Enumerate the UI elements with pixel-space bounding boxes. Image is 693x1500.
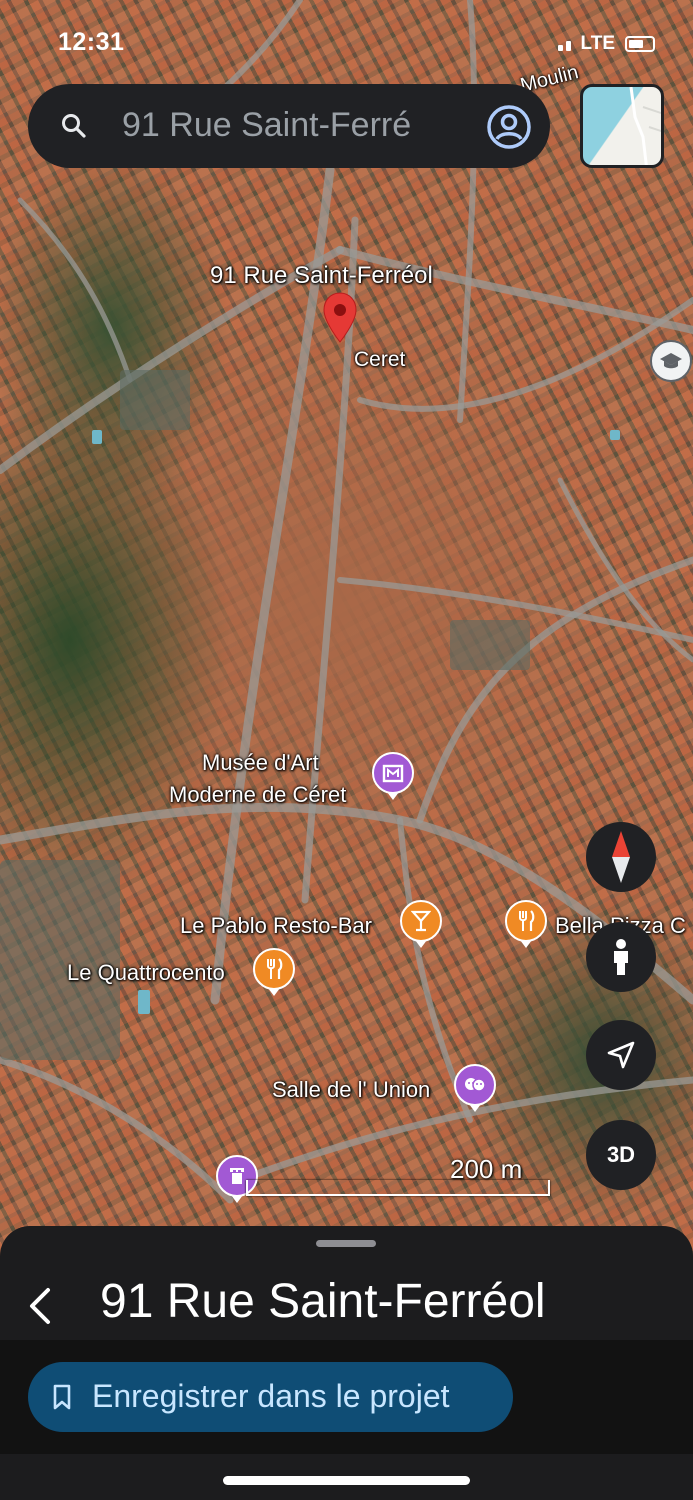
town-label: Ceret (354, 348, 406, 371)
navigation-arrow-icon (607, 1041, 635, 1069)
map-layers-icon (629, 87, 661, 165)
home-indicator[interactable] (223, 1476, 470, 1485)
place-title: 91 Rue Saint-Ferréol (100, 1275, 546, 1328)
bar-label: Le Pablo Resto-Bar (180, 913, 372, 938)
scale-bar (246, 1180, 550, 1196)
school-poi-icon[interactable] (650, 340, 692, 382)
place-bottom-sheet[interactable]: 91 Rue Saint-Ferréol Enregistrer dans le… (0, 1226, 693, 1500)
my-location-button[interactable] (586, 1020, 656, 1090)
account-icon[interactable] (486, 104, 532, 150)
restaurant-label: Le Quattrocento (67, 960, 225, 985)
signal-icon (557, 37, 571, 51)
bar-poi-icon[interactable] (400, 900, 442, 942)
museum-label-line1: Musée d'Art (202, 750, 319, 775)
pegman-icon (614, 939, 628, 975)
battery-icon (625, 36, 655, 52)
restaurant-poi-icon[interactable] (253, 948, 295, 990)
museum-poi-icon[interactable] (372, 752, 414, 794)
back-chevron-icon[interactable] (24, 1284, 58, 1328)
compass-icon (612, 831, 630, 883)
pinned-address-label: 91 Rue Saint-Ferréol (210, 262, 433, 289)
venue-label: Salle de l' Union (272, 1077, 431, 1102)
status-time: 12:31 (58, 28, 125, 56)
search-bar[interactable]: 91 Rue Saint-Ferré (28, 84, 550, 168)
location-pin-icon[interactable] (322, 292, 358, 344)
museum-label-line2: Moderne de Céret (169, 782, 347, 807)
map-layers-button[interactable] (580, 84, 664, 168)
search-input[interactable]: 91 Rue Saint-Ferré (122, 106, 467, 145)
drag-handle[interactable] (316, 1240, 376, 1247)
save-to-project-button[interactable]: Enregistrer dans le projet (28, 1362, 513, 1432)
theater-poi-icon[interactable] (454, 1064, 496, 1106)
save-button-label: Enregistrer dans le projet (92, 1378, 450, 1414)
compass-button[interactable] (586, 822, 656, 892)
search-icon[interactable] (60, 112, 88, 140)
3d-toggle-button[interactable]: 3D (586, 1120, 656, 1190)
street-view-button[interactable] (586, 922, 656, 992)
pizza-poi-icon[interactable] (505, 900, 547, 942)
bookmark-icon (53, 1384, 71, 1410)
network-type: LTE (580, 33, 615, 54)
status-indicators: LTE (557, 33, 655, 55)
